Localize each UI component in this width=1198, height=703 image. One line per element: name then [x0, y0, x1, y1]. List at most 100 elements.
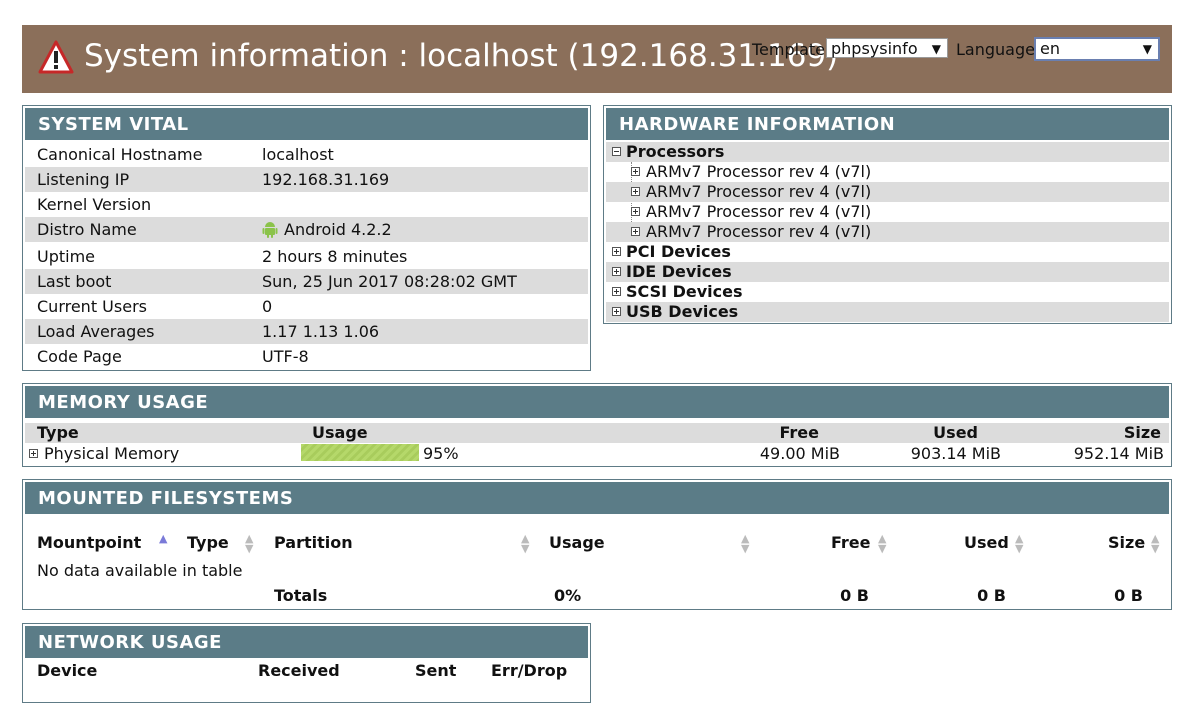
- sort-asc-icon[interactable]: ▲: [159, 533, 167, 544]
- vital-row: Canonical Hostname localhost: [25, 142, 588, 167]
- language-select-value: en: [1040, 39, 1060, 58]
- vital-key: Load Averages: [37, 322, 155, 341]
- vital-key: Distro Name: [37, 220, 137, 239]
- vital-value: 0: [262, 297, 273, 316]
- vital-value: 1.17 1.13 1.06: [262, 322, 380, 341]
- memory-free: 49.00 MiB: [759, 444, 840, 463]
- template-label: Template: [752, 40, 826, 59]
- vital-row: Load Averages 1.17 1.13 1.06: [25, 319, 588, 344]
- vital-row: Current Users 0: [25, 294, 588, 319]
- vital-key: Uptime: [37, 247, 96, 266]
- col-used: Used: [933, 423, 978, 442]
- memory-type: Physical Memory: [44, 444, 180, 463]
- vital-value: Android 4.2.2: [284, 220, 392, 239]
- tree-node-pci[interactable]: PCI Devices: [606, 242, 1169, 262]
- network-panel: NETWORK USAGE Device Received Sent Err/D…: [22, 623, 591, 703]
- language-select[interactable]: en ▼: [1034, 37, 1160, 61]
- tree-node-processor[interactable]: ARMv7 Processor rev 4 (v7l): [606, 222, 1169, 242]
- tree-node-label: SCSI Devices: [626, 282, 743, 301]
- col-free[interactable]: Free: [831, 532, 871, 554]
- vital-key: Code Page: [37, 347, 122, 366]
- totals-row: Totals 0% 0 B 0 B 0 B: [25, 584, 1169, 608]
- hardware-panel: HARDWARE INFORMATION Processors ARMv7 Pr…: [603, 105, 1172, 324]
- vital-value: UTF-8: [262, 347, 309, 366]
- panel-title: MOUNTED FILESYSTEMS: [25, 482, 1169, 514]
- totals-usage: 0%: [554, 586, 582, 605]
- template-select[interactable]: phpsysinfo ▼: [826, 38, 948, 58]
- tree-node-ide[interactable]: IDE Devices: [606, 262, 1169, 282]
- system-vital-panel: SYSTEM VITAL Canonical Hostname localhos…: [22, 105, 591, 371]
- col-usage: Usage: [312, 423, 368, 442]
- col-sent[interactable]: Sent: [415, 660, 456, 682]
- table-header: Type Usage Free Used Size: [25, 423, 1169, 443]
- usage-percent: 95%: [423, 444, 459, 463]
- sort-icon[interactable]: ▲ ▼: [245, 533, 253, 554]
- col-errdrop[interactable]: Err/Drop: [491, 660, 567, 682]
- col-received[interactable]: Received: [258, 660, 340, 682]
- vital-value: Sun, 25 Jun 2017 08:28:02 GMT: [262, 272, 517, 291]
- totals-used: 0 B: [977, 586, 1006, 605]
- sort-icon[interactable]: ▲ ▼: [1151, 533, 1159, 554]
- chevron-down-icon: ▼: [931, 42, 941, 56]
- vital-key: Kernel Version: [37, 195, 152, 214]
- expand-icon[interactable]: [612, 247, 621, 256]
- tree-node-processors[interactable]: Processors: [606, 142, 1169, 162]
- expand-icon[interactable]: [631, 187, 640, 196]
- col-used[interactable]: Used: [964, 532, 1009, 554]
- panel-title: MEMORY USAGE: [25, 386, 1169, 418]
- sort-icon[interactable]: ▲ ▼: [521, 533, 529, 554]
- totals-free: 0 B: [840, 586, 869, 605]
- panel-title: NETWORK USAGE: [25, 626, 588, 658]
- expand-icon[interactable]: [612, 287, 621, 296]
- tree-node-scsi[interactable]: SCSI Devices: [606, 282, 1169, 302]
- expand-icon[interactable]: [29, 449, 38, 458]
- tree-node-label: ARMv7 Processor rev 4 (v7l): [646, 222, 872, 241]
- vital-key: Current Users: [37, 297, 147, 316]
- totals-label: Totals: [274, 586, 328, 605]
- sort-icon[interactable]: ▲ ▼: [878, 533, 886, 554]
- totals-size: 0 B: [1114, 586, 1143, 605]
- col-device[interactable]: Device: [37, 660, 97, 682]
- memory-size: 952.14 MiB: [1073, 444, 1164, 463]
- vital-row: Uptime 2 hours 8 minutes: [25, 244, 588, 269]
- expand-icon[interactable]: [612, 307, 621, 316]
- table-header: Device Received Sent Err/Drop: [25, 660, 588, 682]
- tree-node-label: ARMv7 Processor rev 4 (v7l): [646, 182, 872, 201]
- expand-icon[interactable]: [631, 207, 640, 216]
- tree-node-processor[interactable]: ARMv7 Processor rev 4 (v7l): [606, 202, 1169, 222]
- sort-icon[interactable]: ▲ ▼: [741, 533, 749, 554]
- panel-title: HARDWARE INFORMATION: [606, 108, 1169, 140]
- tree-node-label: ARMv7 Processor rev 4 (v7l): [646, 202, 872, 221]
- col-size[interactable]: Size: [1108, 532, 1145, 554]
- expand-icon[interactable]: [612, 267, 621, 276]
- tree-node-usb[interactable]: USB Devices: [606, 302, 1169, 322]
- vital-row: Listening IP 192.168.31.169: [25, 167, 588, 192]
- tree-node-label: Processors: [626, 142, 725, 161]
- table-header: Mountpoint ▲ Type ▲ ▼ Partition ▲ ▼ Usage …: [25, 532, 1169, 554]
- tree-node-processor[interactable]: ARMv7 Processor rev 4 (v7l): [606, 182, 1169, 202]
- memory-panel: MEMORY USAGE Type Usage Free Used Size P…: [22, 383, 1172, 467]
- warning-icon: [38, 40, 74, 74]
- tree-node-processor[interactable]: ARMv7 Processor rev 4 (v7l): [606, 162, 1169, 182]
- expand-icon[interactable]: [631, 227, 640, 236]
- vital-row: Code Page UTF-8: [25, 344, 588, 369]
- android-icon: [262, 222, 278, 238]
- expand-icon[interactable]: [631, 167, 640, 176]
- page-title: System information : localhost (192.168.…: [84, 38, 839, 74]
- tree-node-label: PCI Devices: [626, 242, 731, 261]
- col-free: Free: [779, 423, 820, 442]
- empty-row: No data available in table: [25, 559, 1169, 583]
- col-type[interactable]: Type: [187, 532, 229, 554]
- vital-value-wrap: Android 4.2.2: [262, 217, 392, 242]
- panel-title: SYSTEM VITAL: [25, 108, 588, 140]
- tree-node-label: ARMv7 Processor rev 4 (v7l): [646, 162, 872, 181]
- col-usage[interactable]: Usage: [549, 532, 605, 554]
- col-partition[interactable]: Partition: [274, 532, 353, 554]
- table-row[interactable]: Physical Memory 95% 49.00 MiB 903.14 MiB…: [25, 443, 1169, 465]
- sort-icon[interactable]: ▲ ▼: [1015, 533, 1023, 554]
- vital-key: Last boot: [37, 272, 112, 291]
- collapse-icon[interactable]: [612, 147, 621, 156]
- filesystems-panel: MOUNTED FILESYSTEMS Mountpoint ▲ Type ▲ ▼…: [22, 479, 1172, 610]
- col-mountpoint[interactable]: Mountpoint: [37, 532, 141, 554]
- tree-node-label: IDE Devices: [626, 262, 732, 281]
